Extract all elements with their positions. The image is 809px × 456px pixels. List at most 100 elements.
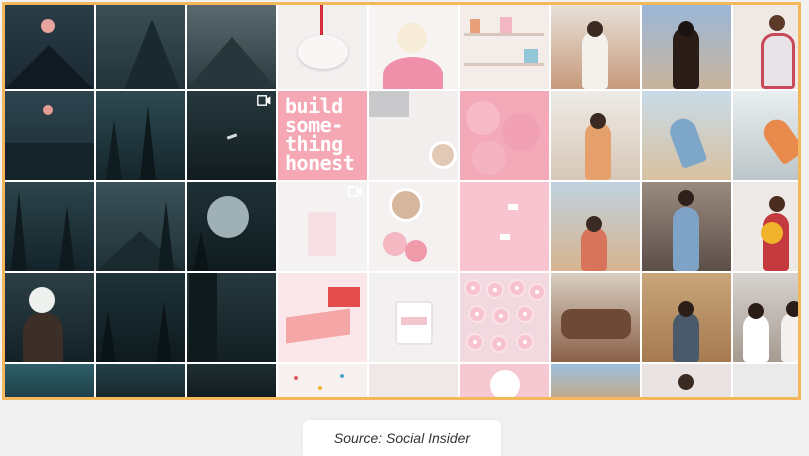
photo-tile-pink-flat[interactable] bbox=[460, 182, 549, 271]
donut-shape bbox=[528, 283, 546, 301]
photo-tile-sprinkles[interactable] bbox=[278, 364, 367, 397]
photo-tile-forest-ridge[interactable] bbox=[96, 91, 185, 180]
mountain-shape bbox=[187, 37, 276, 89]
photo-tile-woman-castle[interactable] bbox=[642, 5, 731, 89]
photo-tile-rainy-forest[interactable] bbox=[96, 273, 185, 362]
donut-shape bbox=[516, 305, 534, 323]
person-head bbox=[678, 374, 694, 390]
person-head bbox=[587, 21, 603, 37]
sprinkle bbox=[294, 376, 298, 380]
shelf-line bbox=[464, 33, 544, 36]
person-shape bbox=[673, 312, 699, 362]
photo-tile-woman-wheat[interactable] bbox=[642, 273, 731, 362]
donut-shape bbox=[468, 305, 486, 323]
donut-shape bbox=[486, 281, 504, 299]
photo-tile-macarons[interactable] bbox=[460, 91, 549, 180]
person-head bbox=[769, 196, 785, 212]
tree-shape bbox=[59, 205, 75, 271]
sprinkle bbox=[318, 386, 322, 390]
decor-shape bbox=[508, 204, 518, 210]
photo-tile-donuts[interactable] bbox=[460, 273, 549, 362]
eagle-body bbox=[23, 313, 63, 362]
decor-shape bbox=[500, 234, 510, 240]
source-caption: Source: Social Insider bbox=[303, 420, 501, 456]
photo-tile-friends[interactable] bbox=[733, 273, 798, 362]
photo-tile-ceramic-charm[interactable] bbox=[278, 5, 367, 89]
photo-tile-moon-lake[interactable] bbox=[5, 91, 94, 180]
photo-tile-foggy-pines[interactable] bbox=[5, 182, 94, 271]
photo-tile-woman-kitchen[interactable] bbox=[551, 91, 640, 180]
photo-tile-candle[interactable] bbox=[369, 273, 458, 362]
rose-shape bbox=[383, 232, 407, 256]
photo-tile-bear-toy[interactable] bbox=[369, 5, 458, 89]
donut-shape bbox=[464, 279, 482, 297]
photo-tile-woman-doorway[interactable] bbox=[642, 182, 731, 271]
person-head bbox=[786, 301, 798, 317]
tree-shape bbox=[100, 312, 116, 362]
source-caption-text: Source: Social Insider bbox=[333, 430, 471, 446]
donut-shape bbox=[490, 335, 508, 353]
photo-tile-full-moon[interactable] bbox=[187, 182, 276, 271]
person-head bbox=[678, 190, 694, 206]
macaron-shape bbox=[502, 113, 540, 151]
cake-shape bbox=[286, 308, 350, 344]
photo-tile-eagle[interactable] bbox=[5, 273, 94, 362]
photo-tile-pink-cake[interactable] bbox=[278, 273, 367, 362]
photo-tile-teal-water[interactable] bbox=[5, 364, 94, 397]
photo-tile-guitar-room[interactable] bbox=[551, 273, 640, 362]
video-tile-dark-bird[interactable] bbox=[187, 91, 276, 180]
lake-shape bbox=[5, 143, 94, 180]
photo-tile-woman-jump[interactable] bbox=[642, 91, 731, 180]
moon-shape bbox=[43, 105, 53, 115]
photo-tile-roses-coffee[interactable] bbox=[369, 182, 458, 271]
donut-shape bbox=[492, 307, 510, 325]
photo-tile-woman-smile[interactable] bbox=[642, 364, 731, 397]
photo-tile-woman-sweater[interactable] bbox=[733, 5, 798, 89]
donut-shape bbox=[508, 279, 526, 297]
tree-shape bbox=[193, 231, 209, 271]
candle-label bbox=[401, 317, 427, 325]
quote-tile[interactable]: build some- thing honest bbox=[278, 91, 367, 180]
shelf-item bbox=[470, 19, 480, 33]
cliff-shape bbox=[124, 19, 180, 89]
video-camera-icon bbox=[257, 95, 271, 106]
pencil-cup bbox=[308, 212, 336, 256]
cup-shape bbox=[490, 370, 520, 397]
moon-shape bbox=[207, 196, 249, 238]
eagle-head bbox=[29, 287, 55, 313]
photo-tile-woman-field[interactable] bbox=[551, 182, 640, 271]
shelf-line bbox=[464, 63, 544, 66]
feed-grid: build some- thing honest bbox=[5, 5, 798, 397]
trunk-shape bbox=[189, 273, 217, 362]
pink-ball bbox=[383, 57, 443, 89]
video-tile-pencil-cup[interactable] bbox=[278, 182, 367, 271]
photo-tile-pink-cup[interactable] bbox=[460, 364, 549, 397]
photo-tile-woman-cafe[interactable] bbox=[551, 5, 640, 89]
person-head bbox=[590, 113, 606, 129]
macaron-shape bbox=[466, 101, 500, 135]
photo-tile-rain-dark[interactable] bbox=[96, 364, 185, 397]
photo-tile-owl-dark[interactable] bbox=[187, 364, 276, 397]
moon-shape bbox=[41, 19, 55, 33]
photo-tile-woman-sunflower[interactable] bbox=[733, 182, 798, 271]
photo-tile-tree-trunk[interactable] bbox=[187, 273, 276, 362]
photo-tile-desk-flatlay[interactable] bbox=[369, 364, 458, 397]
photo-tile-desk-laptop[interactable] bbox=[369, 91, 458, 180]
photo-tile-shelf[interactable] bbox=[460, 5, 549, 89]
macaron-shape bbox=[472, 141, 506, 175]
donut-shape bbox=[466, 333, 484, 351]
photo-tile-kitchen-white[interactable] bbox=[733, 364, 798, 397]
photo-tile-woman-wall[interactable] bbox=[733, 91, 798, 180]
instagram-grid-comparison: build some- thing honest bbox=[2, 2, 801, 400]
rose-shape bbox=[405, 240, 427, 262]
person-head bbox=[678, 21, 694, 37]
coffee-cup bbox=[389, 188, 423, 222]
photo-tile-misty-peaks[interactable] bbox=[187, 5, 276, 89]
photo-tile-town[interactable] bbox=[551, 364, 640, 397]
photo-tile-cliff[interactable] bbox=[96, 5, 185, 89]
photo-tile-moon-mountain[interactable] bbox=[5, 5, 94, 89]
photo-tile-mist-valley[interactable] bbox=[96, 182, 185, 271]
tree-shape bbox=[106, 120, 122, 180]
tree-shape bbox=[158, 201, 174, 271]
person-shape bbox=[673, 207, 699, 271]
